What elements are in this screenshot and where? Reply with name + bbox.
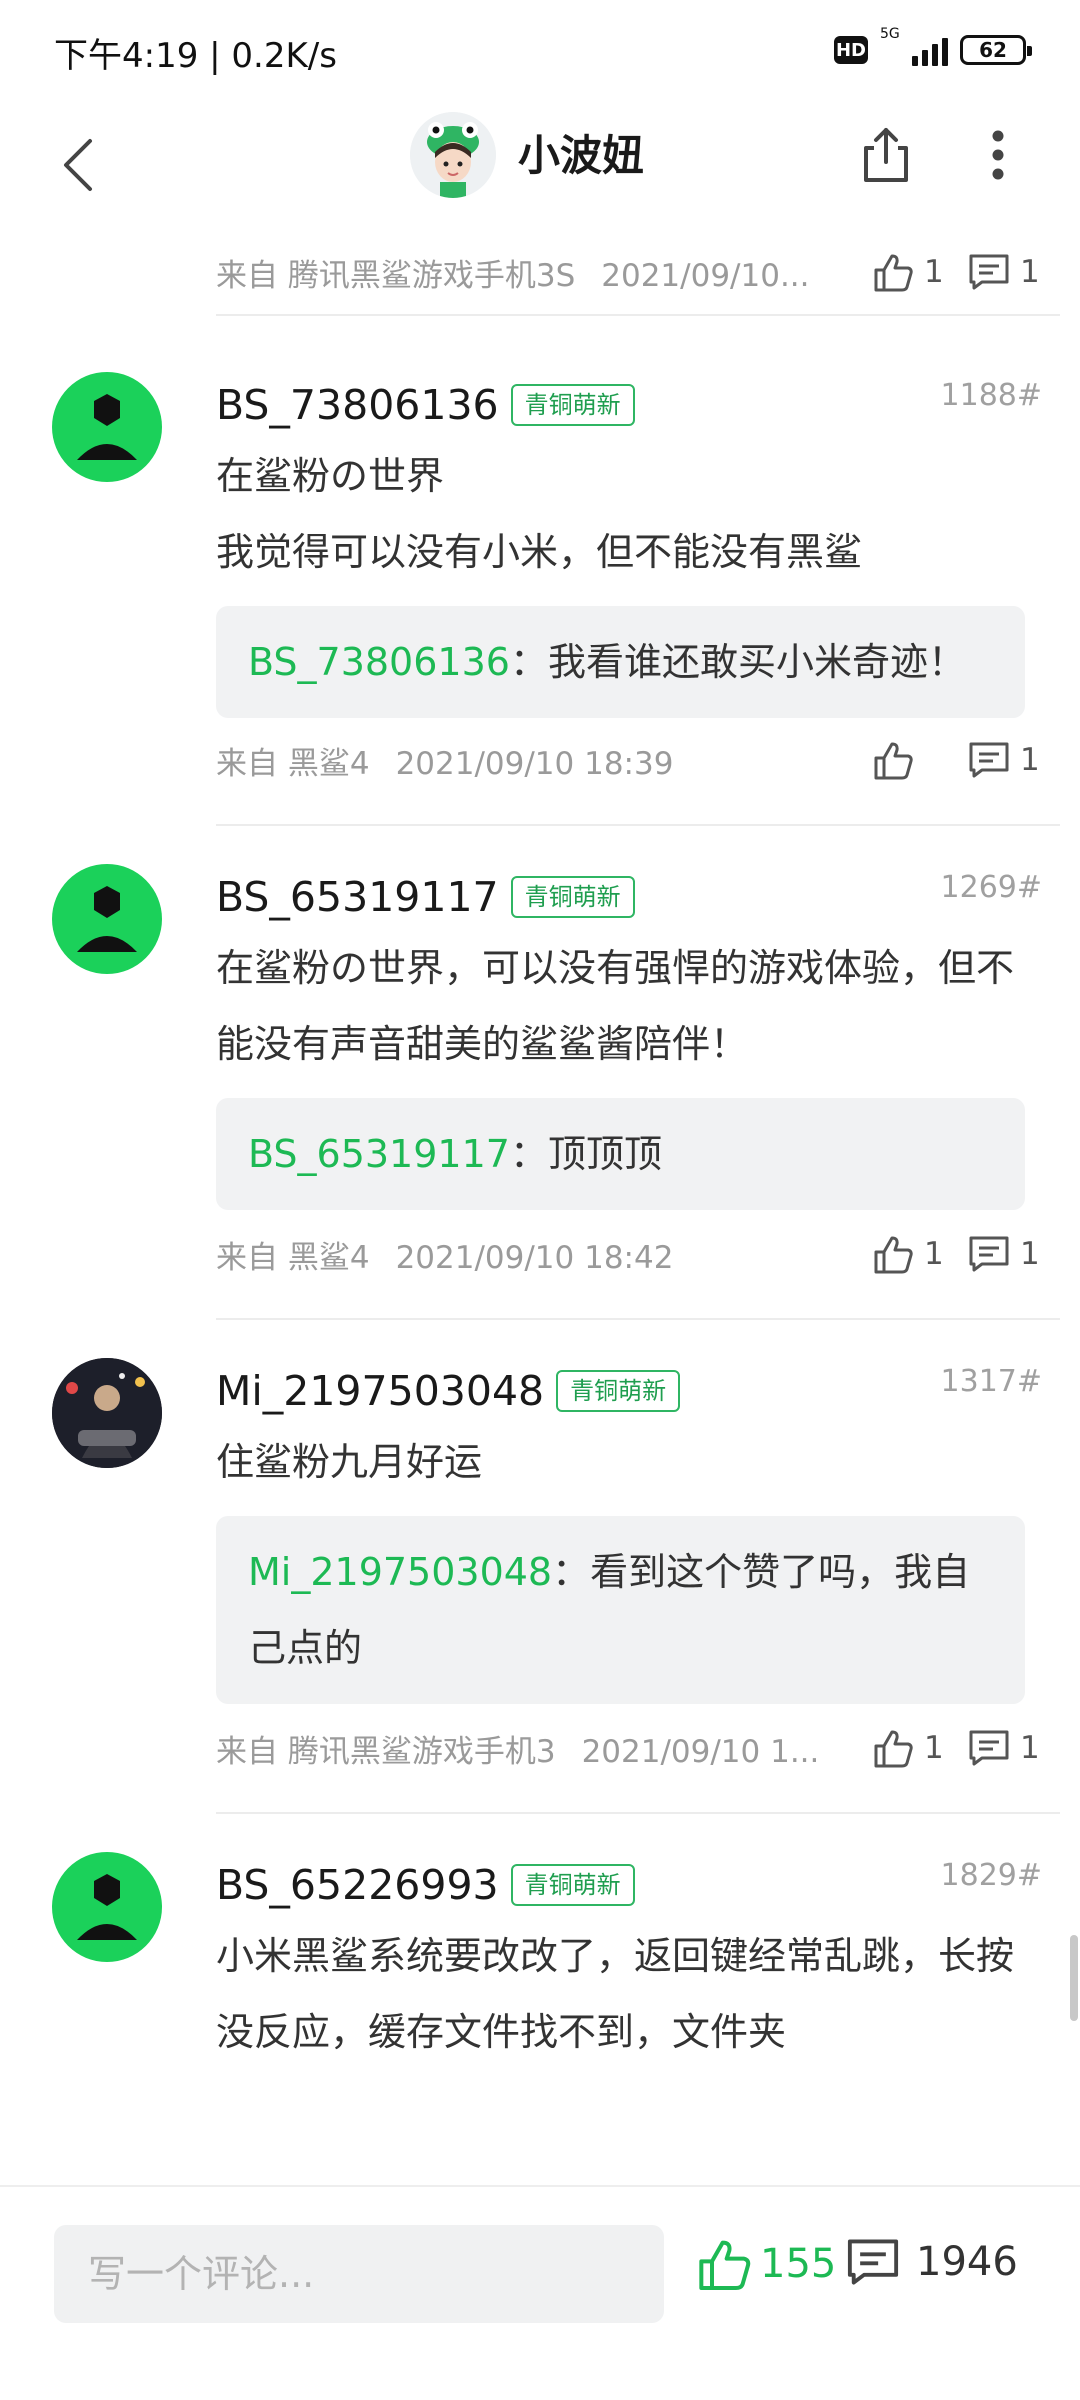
- reply-preview[interactable]: BS_73806136：我看谁还敢买小米奇迹！: [216, 606, 1025, 718]
- comment-text: 小米黑鲨系统要改改了，返回键经常乱跳，长按没反应，缓存文件找不到，文件夹: [216, 1934, 1015, 2054]
- reply-preview[interactable]: Mi_2197503048：看到这个赞了吗，我自己点的: [216, 1516, 1025, 1704]
- level-badge: 青铜萌新: [510, 876, 635, 918]
- scrollbar[interactable]: [1070, 1935, 1078, 2021]
- battery-icon: 62: [960, 35, 1032, 65]
- like-button[interactable]: 1: [872, 252, 944, 292]
- comment-icon: [969, 1730, 1009, 1766]
- floor-number: 1188#: [940, 378, 1042, 413]
- comment-item[interactable]: BS_65226993 青铜萌新 1829# 小米黑鲨系统要改改了，返回键经常乱…: [0, 1814, 1080, 2070]
- comment-meta: 来自 腾讯黑鲨游戏手机3 2021/09/10 1... 1 1: [0, 1710, 1080, 1786]
- thumbs-up-icon: [874, 254, 913, 292]
- thumbs-up-icon: [874, 1236, 913, 1274]
- status-time: 下午4:19 | 0.2K/s: [54, 36, 337, 76]
- bottom-action-bar: 155 1946: [0, 2185, 1080, 2400]
- default-avatar-icon: [77, 394, 137, 460]
- comment-icon: [847, 2239, 899, 2285]
- comments-button[interactable]: 1946: [846, 2237, 1018, 2287]
- user-avatar[interactable]: [52, 864, 162, 974]
- network-type: 5G: [880, 26, 900, 42]
- status-icons: HD 5G 62: [834, 26, 1032, 70]
- comment-header: BS_73806136 青铜萌新 1188#: [216, 372, 1080, 438]
- comment-icon: [969, 742, 1009, 778]
- comment-source: 来自 黑鲨4 2021/09/10 18:42: [216, 1239, 674, 1276]
- username[interactable]: Mi_2197503048: [216, 1367, 544, 1415]
- comment-header: BS_65226993 青铜萌新 1829#: [216, 1852, 1080, 1918]
- comment-header: BS_65319117 青铜萌新 1269#: [216, 864, 1080, 930]
- comment-item[interactable]: Mi_2197503048 青铜萌新 1317# 住鲨粉九月好运 Mi_2197…: [0, 1320, 1080, 1814]
- floor-number: 1269#: [940, 870, 1042, 905]
- comment-header: Mi_2197503048 青铜萌新 1317#: [216, 1358, 1080, 1424]
- level-badge: 青铜萌新: [510, 384, 635, 426]
- reply-preview[interactable]: BS_65319117：顶顶顶: [216, 1098, 1025, 1210]
- comment-item[interactable]: BS_65319117 青铜萌新 1269# 在鲨粉の世界，可以没有强悍的游戏体…: [0, 826, 1080, 1320]
- comment-source: 来自 腾讯黑鲨游戏手机3 2021/09/10 1...: [216, 1733, 820, 1770]
- comment-icon: [969, 254, 1009, 290]
- hd-icon: HD: [834, 36, 868, 64]
- share-button[interactable]: [856, 120, 916, 190]
- floor-number: 1317#: [940, 1364, 1042, 1399]
- comment-source: 来自 腾讯黑鲨游戏手机3S 2021/09/10...: [216, 257, 810, 294]
- reply-button[interactable]: 1: [968, 1729, 1040, 1767]
- user-avatar[interactable]: [52, 1852, 162, 1962]
- comment-text: 在鲨粉の世界 我觉得可以没有小米，但不能没有黑鲨: [216, 454, 863, 574]
- reply-text: 我看谁还敢买小米奇迹！: [547, 640, 966, 684]
- comment-item[interactable]: BS_73806136 青铜萌新 1188# 在鲨粉の世界 我觉得可以没有小米，…: [0, 316, 1080, 826]
- like-button[interactable]: 1: [872, 1728, 944, 1768]
- comment-input[interactable]: [54, 2225, 664, 2323]
- comment-meta: 来自 黑鲨4 2021/09/10 18:39 1: [0, 722, 1080, 798]
- reply-button[interactable]: 1: [968, 253, 1040, 291]
- chevron-left-icon: [64, 139, 92, 191]
- page: 下午4:19 | 0.2K/s HD 5G 62 小波妞 来自 腾讯黑鲨游戏手机…: [0, 0, 1080, 2400]
- reply-username[interactable]: Mi_2197503048: [248, 1550, 552, 1594]
- comment-actions: 1 1: [872, 252, 1040, 292]
- comment-text: 在鲨粉の世界，可以没有强悍的游戏体验，但不能没有声音甜美的鲨鲨酱陪伴！: [216, 946, 1015, 1066]
- comment-meta: 来自 黑鲨4 2021/09/10 18:42 1 1: [0, 1216, 1080, 1292]
- reply-text: 顶顶顶: [547, 1132, 662, 1176]
- cartoon-avatar-icon: [410, 112, 496, 198]
- share-icon: [864, 128, 908, 182]
- comment-meta: 来自 腾讯黑鲨游戏手机3S 2021/09/10... 1 1: [0, 230, 1080, 314]
- comment-count: 1946: [916, 2239, 1018, 2285]
- like-button[interactable]: 1: [872, 1234, 944, 1274]
- floor-number: 1829#: [940, 1858, 1042, 1893]
- page-title: 小波妞: [518, 131, 645, 180]
- reply-button[interactable]: 1: [968, 1235, 1040, 1273]
- like-count: 155: [760, 2241, 837, 2287]
- comment-feed[interactable]: 来自 腾讯黑鲨游戏手机3S 2021/09/10... 1 1 BS_738061…: [0, 230, 1080, 2185]
- username[interactable]: BS_65226993: [216, 1861, 499, 1909]
- reply-username[interactable]: BS_73806136: [248, 640, 510, 684]
- level-badge: 青铜萌新: [510, 1864, 635, 1906]
- like-post-button[interactable]: 155: [696, 2237, 836, 2291]
- username[interactable]: BS_73806136: [216, 381, 499, 429]
- comment-icon: [969, 1236, 1009, 1272]
- status-bar: 下午4:19 | 0.2K/s HD 5G 62: [0, 0, 1080, 100]
- top-header: 小波妞: [0, 100, 1080, 230]
- user-avatar[interactable]: [52, 372, 162, 482]
- user-avatar[interactable]: [52, 1358, 162, 1468]
- default-avatar-icon: [77, 886, 137, 952]
- back-button[interactable]: [48, 125, 108, 205]
- photo-avatar-icon: [52, 1358, 162, 1468]
- more-options-button[interactable]: [978, 120, 1018, 190]
- reply-username[interactable]: BS_65319117: [248, 1132, 510, 1176]
- username[interactable]: BS_65319117: [216, 873, 499, 921]
- like-button[interactable]: [872, 740, 944, 780]
- level-badge: 青铜萌新: [556, 1370, 681, 1412]
- author-avatar[interactable]: [410, 112, 496, 198]
- thumbs-up-icon: [874, 1730, 913, 1768]
- signal-icon: 5G: [880, 26, 948, 70]
- thumbs-up-icon: [699, 2240, 751, 2290]
- default-avatar-icon: [77, 1874, 137, 1940]
- reply-button[interactable]: 1: [968, 741, 1040, 779]
- comment-text: 住鲨粉九月好运: [216, 1440, 483, 1484]
- thumbs-up-icon: [874, 742, 913, 780]
- comment-source: 来自 黑鲨4 2021/09/10 18:39: [216, 745, 674, 782]
- more-vertical-icon: [992, 130, 1004, 180]
